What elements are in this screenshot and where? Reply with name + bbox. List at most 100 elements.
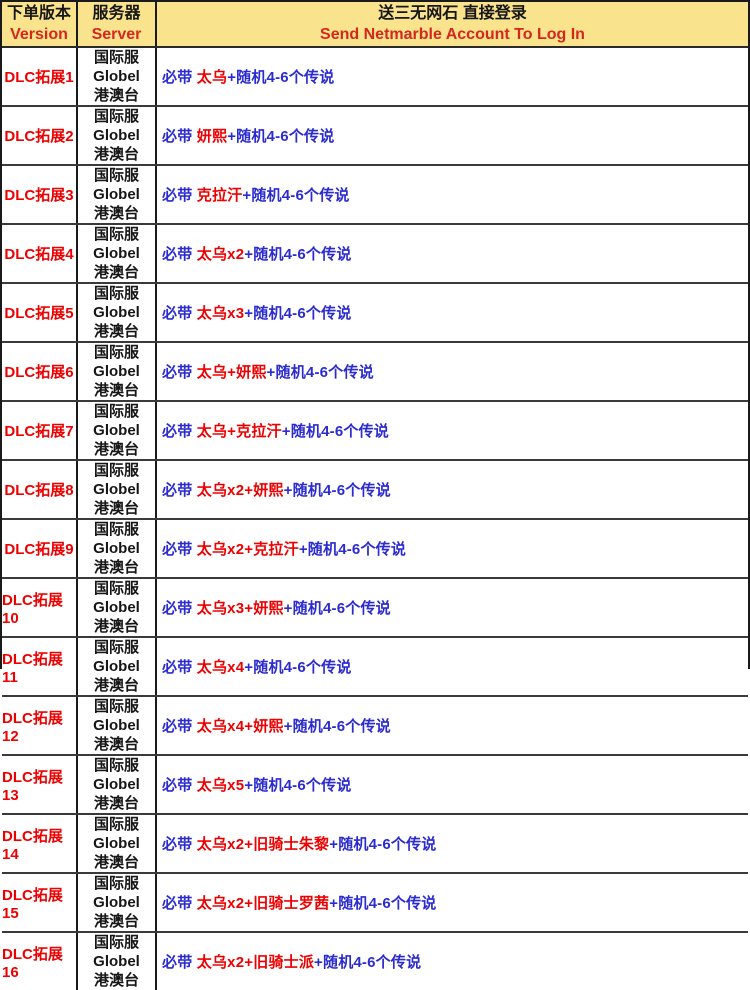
server-line1: 国际服Globel	[78, 815, 155, 853]
offer-must-label: 必带	[162, 715, 197, 736]
version-label: DLC拓展5	[4, 302, 73, 323]
offer-cell: 必带 太乌x3+随机4-6个传说	[157, 284, 748, 341]
offer-characters-label: 太乌x4	[197, 656, 245, 677]
server-line2: 港澳台	[94, 794, 139, 813]
table-row-9: DLC拓展9 国际服Globel 港澳台 必带 太乌x2+克拉汗+随机4-6个传…	[2, 520, 748, 579]
version-label: DLC拓展3	[4, 184, 73, 205]
server-cell: 国际服Globel 港澳台	[78, 402, 157, 459]
table-row-4: DLC拓展4 国际服Globel 港澳台 必带 太乌x2+随机4-6个传说	[2, 225, 748, 284]
offer-must-label: 必带	[162, 479, 197, 500]
offer-random-label: +随机4-6个传说	[227, 66, 334, 87]
server-line1: 国际服Globel	[78, 166, 155, 204]
version-cell: DLC拓展1	[2, 48, 78, 105]
offer-must-label: 必带	[162, 833, 197, 854]
table-row-3: DLC拓展3 国际服Globel 港澳台 必带 克拉汗+随机4-6个传说	[2, 166, 748, 225]
header-version-en: Version	[10, 24, 68, 45]
offer-must-label: 必带	[162, 361, 197, 382]
version-cell: DLC拓展14	[2, 815, 78, 872]
version-label: DLC拓展7	[4, 420, 73, 441]
offer-cell: 必带 太乌x3+妍熙+随机4-6个传说	[157, 579, 748, 636]
server-line2: 港澳台	[94, 145, 139, 164]
table-row-13: DLC拓展13 国际服Globel 港澳台 必带 太乌x5+随机4-6个传说	[2, 756, 748, 815]
offer-random-label: +随机4-6个传说	[282, 420, 389, 441]
offer-must-label: 必带	[162, 597, 197, 618]
offer-characters-label: 太乌x2+旧骑士罗茜	[197, 892, 329, 913]
offer-random-label: +随机4-6个传说	[299, 538, 406, 559]
server-line2: 港澳台	[94, 204, 139, 223]
version-cell: DLC拓展7	[2, 402, 78, 459]
offer-random-label: +随机4-6个传说	[284, 715, 391, 736]
offer-characters-label: 太乌x2+旧骑士朱黎	[197, 833, 329, 854]
version-label: DLC拓展2	[4, 125, 73, 146]
table-row-10: DLC拓展10 国际服Globel 港澳台 必带 太乌x3+妍熙+随机4-6个传…	[2, 579, 748, 638]
server-line2: 港澳台	[94, 558, 139, 577]
offer-random-label: +随机4-6个传说	[329, 892, 436, 913]
offer-characters-label: 妍熙	[197, 125, 227, 146]
version-label: DLC拓展8	[4, 479, 73, 500]
offer-cell: 必带 太乌+随机4-6个传说	[157, 48, 748, 105]
version-label: DLC拓展14	[2, 825, 76, 863]
offer-random-label: +随机4-6个传说	[244, 656, 351, 677]
server-line2: 港澳台	[94, 263, 139, 282]
offer-must-label: 必带	[162, 243, 197, 264]
offer-cell: 必带 太乌+克拉汗+随机4-6个传说	[157, 402, 748, 459]
offer-must-label: 必带	[162, 656, 197, 677]
table-row-11: DLC拓展11 国际服Globel 港澳台 必带 太乌x4+随机4-6个传说	[2, 638, 748, 697]
server-cell: 国际服Globel 港澳台	[78, 815, 157, 872]
server-line2: 港澳台	[94, 499, 139, 518]
offer-characters-label: 太乌+克拉汗	[197, 420, 282, 441]
offer-must-label: 必带	[162, 184, 197, 205]
header-server-column: 服务器 Server	[78, 2, 157, 46]
offer-random-label: +随机4-6个传说	[284, 479, 391, 500]
offer-cell: 必带 太乌x2+旧骑士派+随机4-6个传说	[157, 933, 748, 990]
offer-characters-label: 太乌x2+克拉汗	[197, 538, 299, 559]
offer-cell: 必带 克拉汗+随机4-6个传说	[157, 166, 748, 223]
server-line2: 港澳台	[94, 322, 139, 341]
server-line2: 港澳台	[94, 86, 139, 105]
server-cell: 国际服Globel 港澳台	[78, 520, 157, 577]
version-cell: DLC拓展6	[2, 343, 78, 400]
offer-characters-label: 太乌x4+妍熙	[197, 715, 284, 736]
server-cell: 国际服Globel 港澳台	[78, 343, 157, 400]
version-label: DLC拓展12	[2, 707, 76, 745]
offer-characters-label: 太乌x3	[197, 302, 245, 323]
offer-cell: 必带 太乌x2+旧骑士朱黎+随机4-6个传说	[157, 815, 748, 872]
server-line1: 国际服Globel	[78, 697, 155, 735]
server-line1: 国际服Globel	[78, 461, 155, 499]
offer-random-label: +随机4-6个传说	[244, 302, 351, 323]
offer-random-label: +随机4-6个传说	[242, 184, 349, 205]
server-line1: 国际服Globel	[78, 933, 155, 971]
version-cell: DLC拓展9	[2, 520, 78, 577]
table-header-row: 下单版本 Version 服务器 Server 送三无网石 直接登录 Send …	[2, 2, 748, 48]
server-line2: 港澳台	[94, 381, 139, 400]
server-cell: 国际服Globel 港澳台	[78, 107, 157, 164]
version-label: DLC拓展6	[4, 361, 73, 382]
version-cell: DLC拓展4	[2, 225, 78, 282]
server-cell: 国际服Globel 港澳台	[78, 933, 157, 990]
offer-must-label: 必带	[162, 420, 197, 441]
version-label: DLC拓展15	[2, 884, 76, 922]
version-cell: DLC拓展16	[2, 933, 78, 990]
offer-random-label: +随机4-6个传说	[267, 361, 374, 382]
header-server-en: Server	[92, 24, 142, 45]
server-line1: 国际服Globel	[78, 225, 155, 263]
version-label: DLC拓展9	[4, 538, 73, 559]
version-label: DLC拓展4	[4, 243, 73, 264]
table-row-7: DLC拓展7 国际服Globel 港澳台 必带 太乌+克拉汗+随机4-6个传说	[2, 402, 748, 461]
server-cell: 国际服Globel 港澳台	[78, 166, 157, 223]
offer-random-label: +随机4-6个传说	[227, 125, 334, 146]
server-line2: 港澳台	[94, 971, 139, 990]
server-cell: 国际服Globel 港澳台	[78, 638, 157, 695]
offer-characters-label: 太乌x3+妍熙	[197, 597, 284, 618]
header-offer-column: 送三无网石 直接登录 Send Netmarble Account To Log…	[157, 2, 748, 46]
table-row-8: DLC拓展8 国际服Globel 港澳台 必带 太乌x2+妍熙+随机4-6个传说	[2, 461, 748, 520]
offer-must-label: 必带	[162, 125, 197, 146]
offer-characters-label: 太乌x2	[197, 243, 245, 264]
offer-cell: 必带 太乌x4+妍熙+随机4-6个传说	[157, 697, 748, 754]
offer-cell: 必带 太乌x4+随机4-6个传说	[157, 638, 748, 695]
offer-must-label: 必带	[162, 774, 197, 795]
server-line1: 国际服Globel	[78, 343, 155, 381]
offer-cell: 必带 太乌x2+旧骑士罗茜+随机4-6个传说	[157, 874, 748, 931]
offer-cell: 必带 妍熙+随机4-6个传说	[157, 107, 748, 164]
version-cell: DLC拓展15	[2, 874, 78, 931]
